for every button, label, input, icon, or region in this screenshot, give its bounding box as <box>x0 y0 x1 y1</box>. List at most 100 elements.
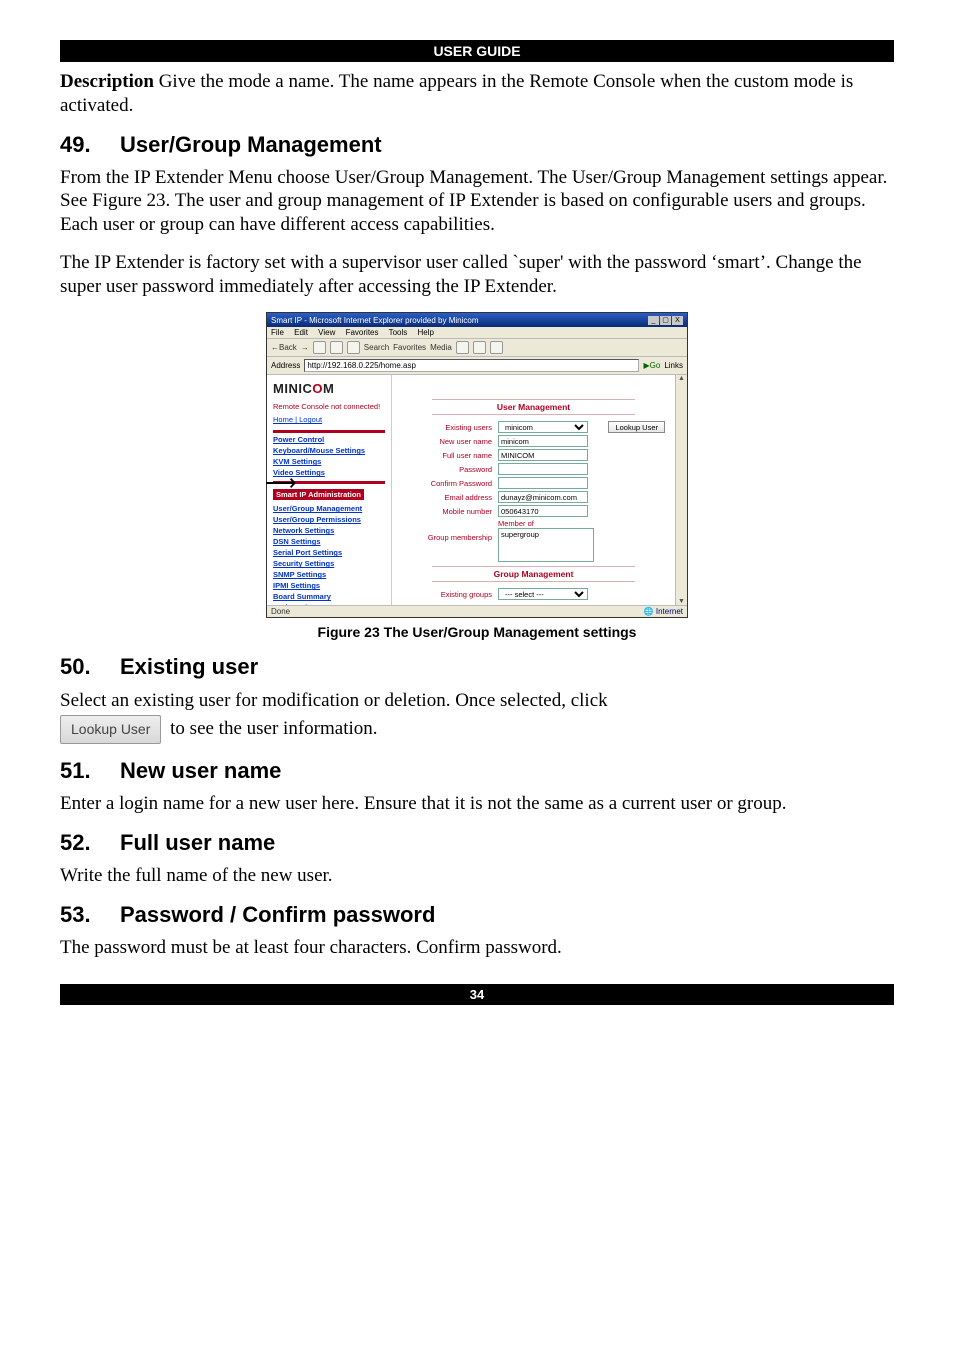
nav-snmp[interactable]: SNMP Settings <box>273 570 385 579</box>
input-password[interactable] <box>498 463 588 475</box>
ie-window-title: Smart IP - Microsoft Internet Explorer p… <box>271 316 478 325</box>
links-label[interactable]: Links <box>664 361 683 370</box>
section-53-heading: 53.Password / Confirm password <box>60 902 894 928</box>
toolbar-search[interactable]: Search <box>364 343 389 352</box>
scrollbar[interactable]: ▲▼ <box>675 375 687 605</box>
input-full-user[interactable] <box>498 449 588 461</box>
menu-view[interactable]: View <box>318 328 335 337</box>
callout-arrow-icon: ⟶ <box>265 470 297 496</box>
menu-favorites[interactable]: Favorites <box>346 328 379 337</box>
select-existing-groups[interactable]: --- select --- <box>498 588 588 600</box>
input-email[interactable] <box>498 491 588 503</box>
section-49-p1: From the IP Extender Menu choose User/Gr… <box>60 166 894 237</box>
nav-security[interactable]: Security Settings <box>273 559 385 568</box>
lbl-email: Email address <box>402 493 498 502</box>
scroll-down-icon[interactable]: ▼ <box>676 598 687 605</box>
section-49-title: User/Group Management <box>120 132 382 157</box>
console-status: Remote Console not connected! <box>273 402 385 411</box>
input-confirm-password[interactable] <box>498 477 588 489</box>
nav-home-logout[interactable]: Home | Logout <box>273 415 385 424</box>
section-49-num: 49. <box>60 132 120 158</box>
section-50-p2: to see the user information. <box>165 718 377 739</box>
lbl-group-membership: Group membership <box>402 519 498 542</box>
ie-titlebar: Smart IP - Microsoft Internet Explorer p… <box>267 313 687 327</box>
member-of-label: Member of <box>498 519 665 528</box>
nav-board-summary[interactable]: Board Summary <box>273 592 385 601</box>
toolbar-print-icon[interactable] <box>490 341 503 354</box>
section-53-num: 53. <box>60 902 120 928</box>
nav-keyboard-mouse[interactable]: Keyboard/Mouse Settings <box>273 446 385 455</box>
ie-content: MINICOM Remote Console not connected! Ho… <box>267 375 687 605</box>
listbox-member-of[interactable]: supergroup <box>498 528 594 562</box>
nav-serial-port[interactable]: Serial Port Settings <box>273 548 385 557</box>
nav-update-firmware[interactable]: Update Firmware <box>273 603 385 605</box>
toolbar-media[interactable]: Media <box>430 343 452 352</box>
select-existing-users[interactable]: minicom <box>498 421 588 433</box>
intro-text: Give the mode a name. The name appears i… <box>60 71 853 116</box>
ie-menubar[interactable]: File Edit View Favorites Tools Help <box>267 327 687 339</box>
menu-file[interactable]: File <box>271 328 284 337</box>
footer-page-number: 34 <box>60 984 894 1005</box>
toolbar-favorites[interactable]: Favorites <box>393 343 426 352</box>
ie-toolbar[interactable]: ←Back → Search Favorites Media <box>267 339 687 357</box>
nav-dsn-settings[interactable]: DSN Settings <box>273 537 385 546</box>
section-49-p2: The IP Extender is factory set with a su… <box>60 251 894 299</box>
section-50-body: Select an existing user for modification… <box>60 688 894 744</box>
menu-tools[interactable]: Tools <box>389 328 408 337</box>
status-internet: 🌐 Internet <box>644 607 683 616</box>
section-52-num: 52. <box>60 830 120 856</box>
minimize-icon[interactable]: _ <box>648 316 659 325</box>
nav-ipmi[interactable]: IPMI Settings <box>273 581 385 590</box>
nav-power-control[interactable]: Power Control <box>273 435 385 444</box>
input-mobile[interactable] <box>498 505 588 517</box>
maximize-icon[interactable]: ▢ <box>660 316 671 325</box>
status-done: Done <box>271 607 290 616</box>
toolbar-stop-icon[interactable] <box>313 341 326 354</box>
input-new-user[interactable] <box>498 435 588 447</box>
toolbar-fwd-icon[interactable]: → <box>301 343 309 352</box>
address-label: Address <box>271 361 300 370</box>
lbl-mobile: Mobile number <box>402 507 498 516</box>
toolbar-history-icon[interactable] <box>456 341 469 354</box>
toolbar-back[interactable]: ←Back <box>271 343 297 352</box>
sidebar-divider <box>273 430 385 433</box>
lbl-full-user: Full user name <box>402 451 498 460</box>
lookup-user-button[interactable]: Lookup User <box>608 421 665 433</box>
section-50-heading: 50.Existing user <box>60 654 894 680</box>
intro-bold: Description <box>60 71 154 92</box>
nav-kvm-settings[interactable]: KVM Settings <box>273 457 385 466</box>
lbl-confirm-password: Confirm Password <box>402 479 498 488</box>
close-icon[interactable]: X <box>672 316 683 325</box>
menu-edit[interactable]: Edit <box>294 328 308 337</box>
section-50-p1: Select an existing user for modification… <box>60 690 608 711</box>
toolbar-mail-icon[interactable] <box>473 341 486 354</box>
section-53-p: The password must be at least four chara… <box>60 936 894 960</box>
toolbar-refresh-icon[interactable] <box>330 341 343 354</box>
figure-23-caption: Figure 23 The User/Group Management sett… <box>60 624 894 640</box>
section-51-title: New user name <box>120 758 281 783</box>
go-button[interactable]: ▶Go <box>643 361 660 370</box>
section-50-num: 50. <box>60 654 120 680</box>
panel-title-user-mgmt: User Management <box>432 399 635 415</box>
header-bar: USER GUIDE <box>60 40 894 62</box>
lookup-user-inline-button: Lookup User <box>60 715 161 745</box>
nav-user-group-perm[interactable]: User/Group Permissions <box>273 515 385 524</box>
toolbar-home-icon[interactable] <box>347 341 360 354</box>
lbl-existing-users: Existing users <box>402 423 498 432</box>
figure-23: ⟶ Smart IP - Microsoft Internet Explorer… <box>60 312 894 618</box>
section-53-title: Password / Confirm password <box>120 902 435 927</box>
address-url[interactable]: http://192.168.0.225/home.asp <box>304 359 639 372</box>
ie-addressbar[interactable]: Address http://192.168.0.225/home.asp ▶G… <box>267 357 687 375</box>
nav-network-settings[interactable]: Network Settings <box>273 526 385 535</box>
window-buttons: _▢X <box>647 315 683 325</box>
section-52-p: Write the full name of the new user. <box>60 864 894 888</box>
menu-help[interactable]: Help <box>418 328 434 337</box>
panel-title-group-mgmt: Group Management <box>432 566 635 582</box>
section-52-title: Full user name <box>120 830 275 855</box>
ie-statusbar: Done 🌐 Internet <box>267 605 687 617</box>
section-51-heading: 51.New user name <box>60 758 894 784</box>
minicom-logo: MINICOM <box>273 381 385 396</box>
section-51-p: Enter a login name for a new user here. … <box>60 792 894 816</box>
scroll-up-icon[interactable]: ▲ <box>676 375 687 382</box>
nav-user-group-mgmt[interactable]: User/Group Management <box>273 504 385 513</box>
